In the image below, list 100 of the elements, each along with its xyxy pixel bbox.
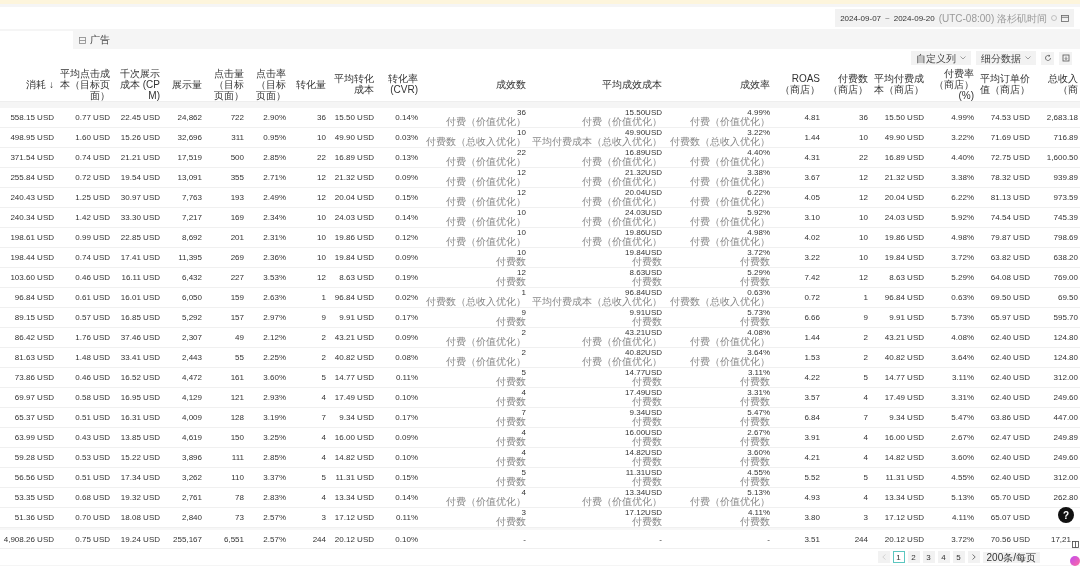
table-cell: 0.46 USD bbox=[75, 273, 110, 282]
result-value: 3.31% bbox=[746, 388, 770, 397]
table-cell: 3.19% bbox=[263, 413, 286, 422]
table-cell: 2.67% bbox=[951, 433, 974, 442]
total-cell: 19.24 USD bbox=[120, 534, 160, 544]
export-button[interactable] bbox=[1059, 51, 1072, 65]
table-cell: 3.37% bbox=[263, 473, 286, 482]
custom-columns-button[interactable]: 自定义列 bbox=[911, 51, 971, 65]
result-value: 12 bbox=[516, 188, 526, 197]
table-cell: 36 bbox=[859, 113, 868, 122]
page-button[interactable]: 3 bbox=[922, 551, 935, 563]
table-cell: 1.48 USD bbox=[75, 353, 110, 362]
table-cell: 128 bbox=[230, 413, 244, 422]
page-button[interactable]: 1 bbox=[892, 551, 905, 563]
column-header[interactable]: 点击率（目标页面） bbox=[248, 67, 286, 101]
page-button[interactable]: 2 bbox=[907, 551, 920, 563]
gradient-circle-icon[interactable] bbox=[1070, 556, 1080, 566]
column-header[interactable]: 消耗 ↓ bbox=[2, 78, 54, 90]
result-value: 7 bbox=[520, 408, 526, 417]
table-cell: 24.03 USD bbox=[884, 213, 924, 222]
result-value: 5.13% bbox=[746, 488, 770, 497]
column-header[interactable]: 点击量（目标页面） bbox=[206, 67, 244, 101]
table-cell: 69.50 USD bbox=[990, 293, 1030, 302]
page-button[interactable]: 4 bbox=[937, 551, 950, 563]
result-note: 付费（价值优化） bbox=[445, 237, 526, 247]
table-cell: 0.19% bbox=[395, 273, 418, 282]
result-note: 付费（价值优化） bbox=[689, 117, 770, 127]
table-cell: 65.70 USD bbox=[990, 493, 1030, 502]
table-cell: 0.14% bbox=[395, 213, 418, 222]
result-note: 付费（价值优化） bbox=[689, 177, 770, 187]
column-header[interactable]: 平均点击成本（目标页面） bbox=[58, 67, 110, 101]
result-note: 付费（价值优化） bbox=[581, 357, 662, 367]
column-header[interactable]: 成效率 bbox=[666, 78, 770, 90]
table-cell: 0.95% bbox=[263, 133, 286, 142]
column-header[interactable]: 千次展示成本 (CPM) bbox=[114, 67, 160, 101]
date-range-picker[interactable]: 2024-09-07 ~ 2024-09-20 (UTC-08:00) 洛杉矶时间 bbox=[835, 9, 1074, 27]
table-cell: 447.00 bbox=[1053, 413, 1078, 422]
result-note: 付费数 bbox=[495, 457, 526, 467]
table-cell: 19.54 USD bbox=[120, 173, 160, 182]
page-size-select[interactable]: 200条/每页 bbox=[982, 551, 1040, 563]
table-cell: 0.17% bbox=[395, 313, 418, 322]
result-note: 付费数 bbox=[631, 397, 662, 407]
result-note: 付费数 bbox=[631, 457, 662, 467]
next-page-button[interactable] bbox=[967, 551, 980, 563]
result-value: 9.91USD bbox=[628, 308, 662, 317]
info-icon bbox=[1051, 15, 1057, 21]
column-header[interactable]: 付费率（商店）(%) bbox=[928, 67, 974, 101]
result-note: 付费数 bbox=[495, 477, 526, 487]
table-cell: 638.20 bbox=[1053, 253, 1078, 262]
table-cell: 0.13% bbox=[395, 153, 418, 162]
result-note: 付费（价值优化） bbox=[445, 357, 526, 367]
total-cell: 4,908.26 USD bbox=[3, 534, 54, 544]
table-cell: 3 bbox=[863, 513, 868, 522]
refresh-button[interactable] bbox=[1041, 51, 1054, 65]
table-cell: 2.63% bbox=[263, 293, 286, 302]
column-header[interactable]: 转化率 (CVR) bbox=[378, 73, 418, 95]
column-header[interactable]: 平均转化成本 bbox=[330, 73, 374, 95]
table-cell: 6.22% bbox=[951, 193, 974, 202]
result-note: 付费数 bbox=[631, 437, 662, 447]
total-cell: 0.75 USD bbox=[75, 534, 110, 544]
column-header[interactable]: ROAS（商店） bbox=[774, 73, 820, 95]
table-cell: 16.00 USD bbox=[884, 433, 924, 442]
column-header[interactable]: 转化量 bbox=[290, 78, 326, 90]
table-cell: 3.57 bbox=[804, 393, 820, 402]
page-button[interactable]: 5 bbox=[952, 551, 965, 563]
table-cell: 0.43 USD bbox=[75, 433, 110, 442]
result-value: 36 bbox=[516, 108, 526, 117]
result-note: 付费（价值优化） bbox=[581, 237, 662, 247]
result-note: 付费（价值优化） bbox=[581, 157, 662, 167]
column-header[interactable]: 展示量 bbox=[164, 78, 202, 90]
table-cell: 74.53 USD bbox=[990, 113, 1030, 122]
table-cell: 2.12% bbox=[263, 333, 286, 342]
table-cell: 16.01 USD bbox=[120, 293, 160, 302]
table-cell: 3.60% bbox=[951, 453, 974, 462]
table-cell: 11.31 USD bbox=[335, 473, 374, 482]
column-header[interactable]: 平均成效成本 bbox=[530, 78, 662, 90]
table-cell: 5.92% bbox=[951, 213, 974, 222]
column-header[interactable]: 平均订单价值（商店） bbox=[978, 73, 1030, 95]
breakdown-button[interactable]: 细分数据 bbox=[976, 51, 1036, 65]
table-cell: 2.93% bbox=[263, 393, 286, 402]
column-header[interactable]: 成效数 bbox=[422, 78, 526, 90]
calendar-icon[interactable] bbox=[1061, 14, 1069, 22]
result-value: 2 bbox=[520, 348, 526, 357]
column-header[interactable]: 付费数（商店） bbox=[824, 73, 868, 95]
table-cell: 198.61 USD bbox=[10, 233, 54, 242]
result-value: 5.73% bbox=[746, 308, 770, 317]
table-cell: 5.73% bbox=[951, 313, 974, 322]
column-header[interactable]: 总收入（商 bbox=[1034, 73, 1078, 95]
table-cell: 40.82 USD bbox=[884, 353, 924, 362]
column-header[interactable]: 平均付费成本（商店） bbox=[872, 73, 924, 95]
table-cell: 4 bbox=[321, 433, 326, 442]
result-note: 付费数 bbox=[495, 397, 526, 407]
table-cell: 1.53 bbox=[804, 353, 820, 362]
table-cell: 33.30 USD bbox=[120, 213, 160, 222]
panel-icon[interactable] bbox=[1072, 541, 1079, 548]
result-note: 付费（价值优化） bbox=[581, 117, 662, 127]
table-cell: 4,129 bbox=[181, 393, 202, 402]
result-note: 付费（价值优化） bbox=[689, 497, 770, 507]
table-cell: 12 bbox=[317, 193, 326, 202]
table-cell: 595.70 bbox=[1053, 313, 1078, 322]
